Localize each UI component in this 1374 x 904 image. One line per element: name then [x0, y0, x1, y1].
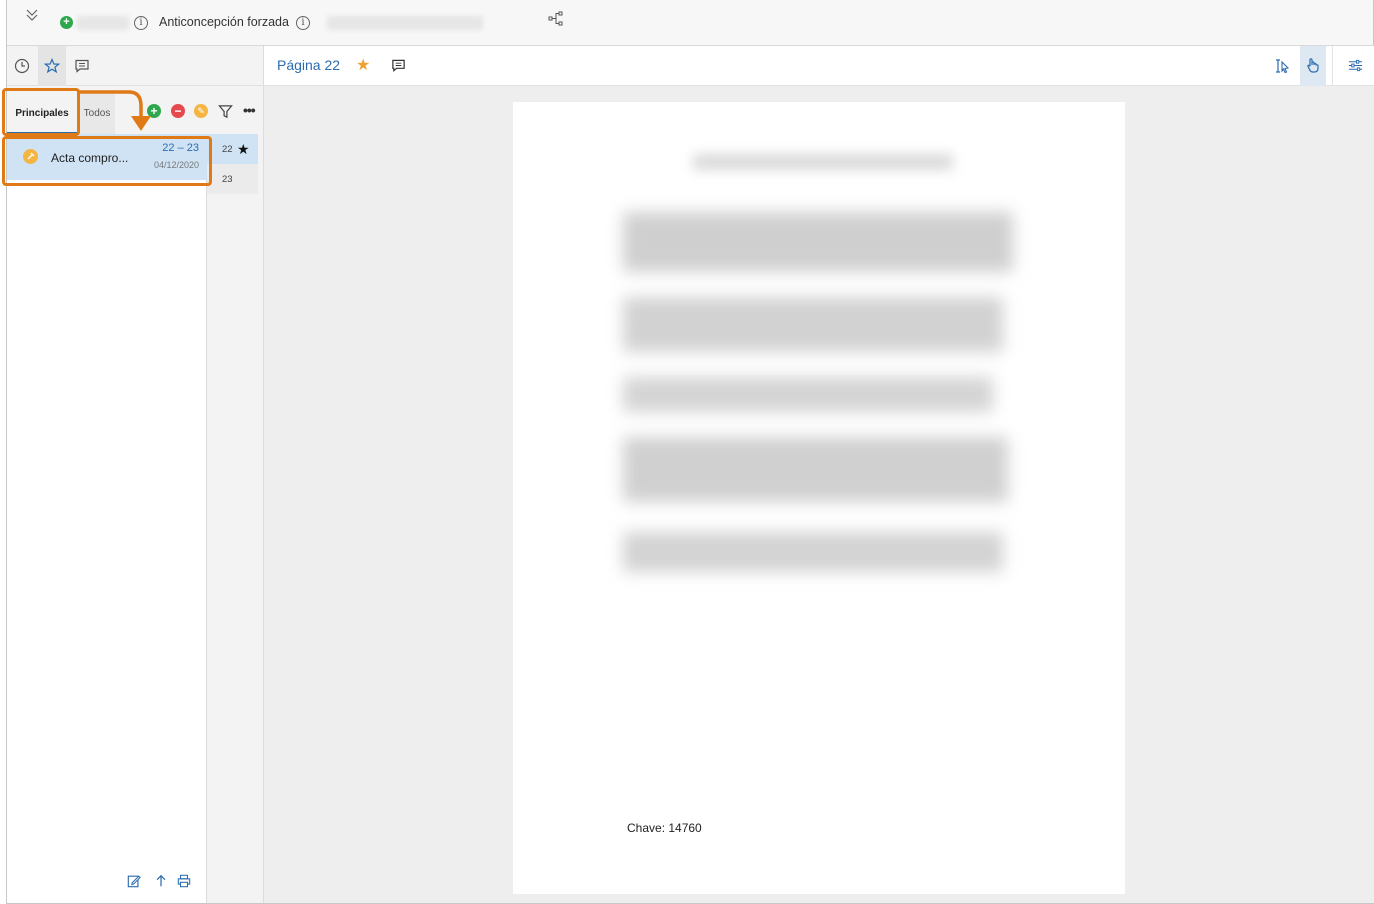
- hand-icon[interactable]: [1305, 57, 1321, 74]
- bookmark-icon: [23, 149, 38, 164]
- toolbar-divider: [1332, 46, 1333, 86]
- redacted-heading: [693, 154, 953, 170]
- document-title: Anticoncepción forzada: [159, 15, 289, 29]
- star-filled-icon[interactable]: ★: [356, 55, 370, 75]
- bookmark-list: Acta compro... 22 – 23 04/12/2020: [7, 134, 207, 903]
- hierarchy-icon[interactable]: [548, 11, 564, 27]
- more-options-icon[interactable]: •••: [243, 102, 256, 118]
- bookmark-pages: 22 – 23: [162, 142, 199, 154]
- bookmark-date: 04/12/2020: [153, 160, 199, 170]
- text-select-icon[interactable]: [1274, 58, 1290, 74]
- add-icon[interactable]: +: [60, 16, 73, 29]
- app-window: + i Anticoncepción forzada i Principales…: [2, 0, 1374, 904]
- star-icon[interactable]: [44, 58, 62, 76]
- document-page: Chave: 14760: [513, 102, 1125, 894]
- page-row[interactable]: 23: [207, 164, 258, 194]
- print-icon[interactable]: [177, 874, 191, 888]
- comment-icon[interactable]: [74, 58, 92, 76]
- filter-icon[interactable]: [218, 104, 233, 119]
- bookmark-title: Acta compro...: [51, 151, 129, 165]
- left-panel: Principales Todos + − ✎ ••• Acta compro.…: [7, 46, 264, 903]
- comment-icon[interactable]: [391, 58, 406, 73]
- history-icon[interactable]: [14, 58, 32, 76]
- document-viewer[interactable]: Chave: 14760: [264, 86, 1374, 903]
- upload-icon[interactable]: [154, 874, 168, 888]
- redacted-case-number: [77, 16, 129, 30]
- page-label: Página 22: [277, 57, 341, 73]
- star-filled-icon: ★: [237, 141, 250, 157]
- page-number: 23: [222, 174, 233, 185]
- page-number: 22: [222, 144, 233, 155]
- left-panel-tabs: [7, 46, 264, 86]
- settings-sliders-icon[interactable]: [1348, 58, 1363, 73]
- page-key: Chave: 14760: [627, 821, 702, 835]
- remove-bookmark-icon[interactable]: −: [171, 104, 185, 118]
- page-list: 22 ★ 23: [207, 134, 258, 196]
- list-item[interactable]: Acta compro... 22 – 23 04/12/2020: [7, 134, 207, 180]
- info-icon[interactable]: i: [134, 16, 148, 30]
- top-bar: + i Anticoncepción forzada i: [7, 0, 1373, 46]
- redacted-field: [327, 16, 483, 30]
- highlight-arrow-icon: [67, 86, 157, 136]
- viewer-toolbar: Página 22 ★: [264, 46, 1374, 86]
- edit-bookmark-icon[interactable]: ✎: [194, 104, 208, 118]
- redacted-content: [623, 202, 1033, 582]
- page-row[interactable]: 22 ★: [207, 134, 258, 164]
- info-icon[interactable]: i: [296, 16, 310, 30]
- collapse-icon[interactable]: [24, 7, 40, 23]
- edit-note-icon[interactable]: [127, 874, 141, 888]
